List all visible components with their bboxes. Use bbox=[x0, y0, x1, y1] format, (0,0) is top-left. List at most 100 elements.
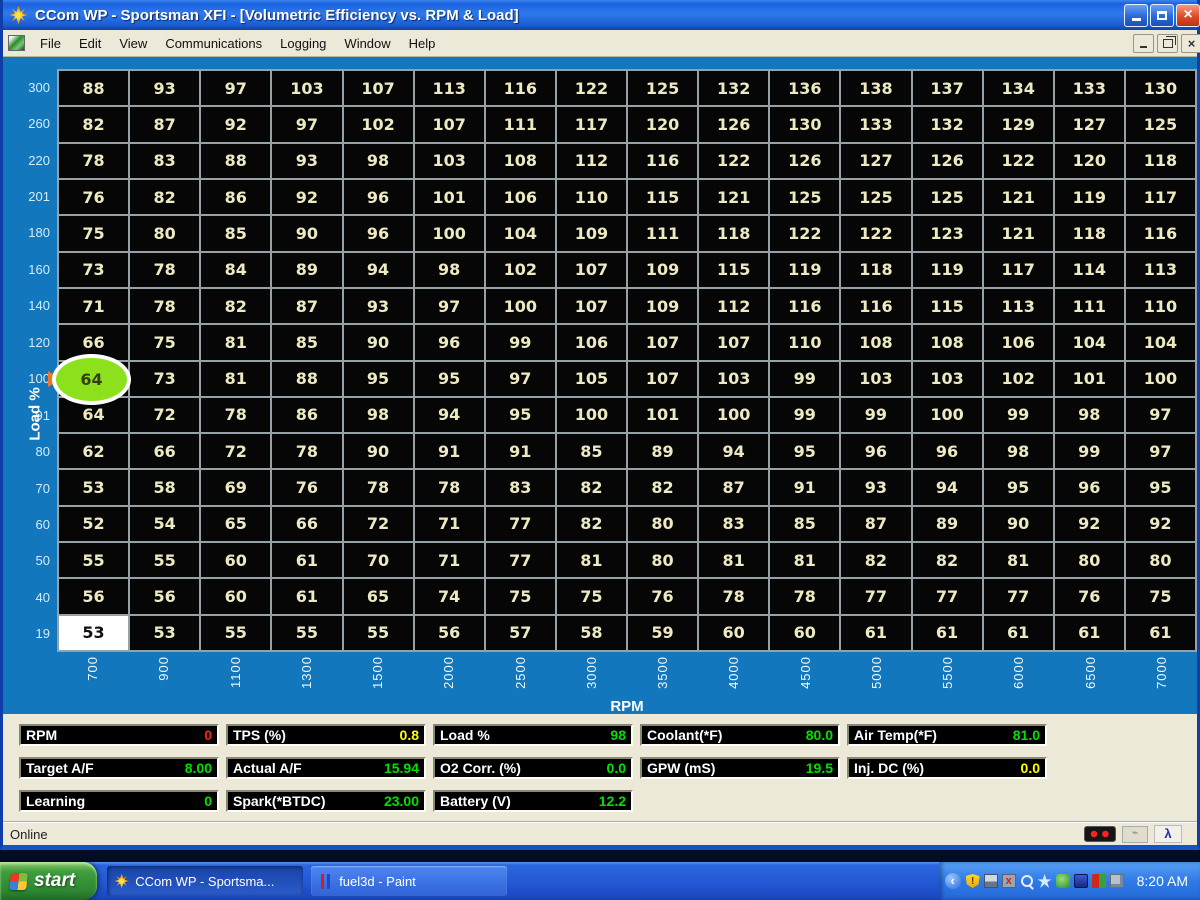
ve-cell[interactable]: 97 bbox=[486, 362, 555, 396]
ve-cell[interactable]: 116 bbox=[628, 144, 697, 178]
ve-cell[interactable]: 103 bbox=[272, 71, 341, 105]
ve-cell[interactable]: 81 bbox=[770, 543, 839, 577]
ve-cell[interactable]: 115 bbox=[913, 289, 982, 323]
ve-cell[interactable]: 108 bbox=[486, 144, 555, 178]
ve-cell[interactable]: 91 bbox=[770, 470, 839, 504]
ve-cell[interactable]: 98 bbox=[344, 144, 413, 178]
ve-cell[interactable]: 78 bbox=[770, 579, 839, 613]
ve-cell[interactable]: 92 bbox=[1126, 507, 1195, 541]
ve-cell[interactable]: 75 bbox=[486, 579, 555, 613]
menu-edit[interactable]: Edit bbox=[70, 33, 110, 54]
ve-cell[interactable]: 133 bbox=[841, 107, 910, 141]
menu-logging[interactable]: Logging bbox=[271, 33, 335, 54]
ve-cell[interactable]: 121 bbox=[984, 216, 1053, 250]
ve-cell[interactable]: 108 bbox=[841, 325, 910, 359]
update-icon[interactable] bbox=[1056, 874, 1070, 888]
ve-cell[interactable]: 82 bbox=[557, 507, 626, 541]
ve-cell[interactable]: 138 bbox=[841, 71, 910, 105]
ve-cell[interactable]: 81 bbox=[201, 325, 270, 359]
ve-cell[interactable]: 99 bbox=[1055, 434, 1124, 468]
ve-cell[interactable]: 94 bbox=[415, 398, 484, 432]
ve-cell[interactable]: 86 bbox=[272, 398, 341, 432]
ve-cell[interactable]: 80 bbox=[1126, 543, 1195, 577]
ve-cell[interactable]: 87 bbox=[272, 289, 341, 323]
ve-cell[interactable]: 95 bbox=[415, 362, 484, 396]
ve-cell[interactable]: 125 bbox=[1126, 107, 1195, 141]
ve-cell[interactable]: 93 bbox=[272, 144, 341, 178]
ve-cell[interactable]: 100 bbox=[1126, 362, 1195, 396]
ve-cell[interactable]: 126 bbox=[913, 144, 982, 178]
ve-cell[interactable]: 97 bbox=[201, 71, 270, 105]
ve-cell[interactable]: 108 bbox=[913, 325, 982, 359]
ve-cell[interactable]: 70 bbox=[344, 543, 413, 577]
ve-cell[interactable]: 78 bbox=[130, 253, 199, 287]
ve-cell[interactable]: 61 bbox=[272, 579, 341, 613]
ve-cell[interactable]: 113 bbox=[984, 289, 1053, 323]
ve-cell[interactable]: 125 bbox=[628, 71, 697, 105]
ve-cell[interactable]: 53 bbox=[59, 616, 128, 650]
ve-cell[interactable]: 117 bbox=[557, 107, 626, 141]
ve-cell[interactable]: 90 bbox=[344, 434, 413, 468]
ve-cell[interactable]: 134 bbox=[984, 71, 1053, 105]
start-button[interactable]: start bbox=[0, 862, 97, 900]
ve-cell[interactable]: 127 bbox=[841, 144, 910, 178]
ve-cell[interactable]: 85 bbox=[770, 507, 839, 541]
ve-cell[interactable]: 77 bbox=[913, 579, 982, 613]
ve-cell[interactable]: 110 bbox=[1126, 289, 1195, 323]
ve-cell[interactable]: 101 bbox=[415, 180, 484, 214]
ve-cell[interactable]: 96 bbox=[1055, 470, 1124, 504]
ve-cell[interactable]: 115 bbox=[699, 253, 768, 287]
ve-cell[interactable]: 119 bbox=[770, 253, 839, 287]
ve-cell[interactable]: 75 bbox=[557, 579, 626, 613]
menu-view[interactable]: View bbox=[110, 33, 156, 54]
ve-cell[interactable]: 65 bbox=[344, 579, 413, 613]
ve-cell[interactable]: 61 bbox=[984, 616, 1053, 650]
ve-cell[interactable]: 107 bbox=[628, 325, 697, 359]
ve-cell[interactable]: 80 bbox=[628, 543, 697, 577]
ve-cell[interactable]: 136 bbox=[770, 71, 839, 105]
ve-cell[interactable]: 118 bbox=[1055, 216, 1124, 250]
ve-cell[interactable]: 122 bbox=[557, 71, 626, 105]
ve-cell[interactable]: 86 bbox=[201, 180, 270, 214]
ve-cell[interactable]: 92 bbox=[272, 180, 341, 214]
ve-cell[interactable]: 75 bbox=[59, 216, 128, 250]
ve-cell[interactable]: 93 bbox=[130, 71, 199, 105]
ve-cell[interactable]: 81 bbox=[201, 362, 270, 396]
ve-cell[interactable]: 122 bbox=[984, 144, 1053, 178]
ve-cell[interactable]: 95 bbox=[344, 362, 413, 396]
ve-cell[interactable]: 94 bbox=[913, 470, 982, 504]
ve-cell[interactable]: 82 bbox=[557, 470, 626, 504]
ve-cell[interactable]: 78 bbox=[415, 470, 484, 504]
ve-cell[interactable]: 78 bbox=[201, 398, 270, 432]
ve-cell[interactable]: 88 bbox=[201, 144, 270, 178]
ve-cell[interactable]: 96 bbox=[344, 216, 413, 250]
ve-cell[interactable]: 103 bbox=[841, 362, 910, 396]
ve-cell[interactable]: 100 bbox=[557, 398, 626, 432]
ve-cell[interactable]: 112 bbox=[699, 289, 768, 323]
menu-file[interactable]: File bbox=[31, 33, 70, 54]
ve-cell[interactable]: 92 bbox=[201, 107, 270, 141]
ve-cell[interactable]: 113 bbox=[1126, 253, 1195, 287]
ve-cell[interactable]: 127 bbox=[1055, 107, 1124, 141]
ve-cell[interactable]: 88 bbox=[272, 362, 341, 396]
ve-cell[interactable]: 98 bbox=[415, 253, 484, 287]
ve-cell[interactable]: 99 bbox=[984, 398, 1053, 432]
ve-cell[interactable]: 75 bbox=[1126, 579, 1195, 613]
wireless-network-icon[interactable] bbox=[984, 874, 998, 888]
ve-cell[interactable]: 109 bbox=[628, 253, 697, 287]
ve-cell[interactable]: 100 bbox=[699, 398, 768, 432]
ve-cell[interactable]: 73 bbox=[59, 253, 128, 287]
ve-cell[interactable]: 94 bbox=[344, 253, 413, 287]
ve-cell[interactable]: 71 bbox=[59, 289, 128, 323]
ve-cell[interactable]: 95 bbox=[1126, 470, 1195, 504]
ve-cell[interactable]: 61 bbox=[841, 616, 910, 650]
ve-cell[interactable]: 96 bbox=[344, 180, 413, 214]
ve-cell[interactable]: 126 bbox=[699, 107, 768, 141]
menu-help[interactable]: Help bbox=[400, 33, 445, 54]
ve-cell[interactable]: 69 bbox=[201, 470, 270, 504]
ve-cell[interactable]: 76 bbox=[272, 470, 341, 504]
ve-cell[interactable]: 61 bbox=[1055, 616, 1124, 650]
minimize-button[interactable] bbox=[1124, 4, 1148, 27]
ve-cell[interactable]: 125 bbox=[770, 180, 839, 214]
ve-cell[interactable]: 78 bbox=[344, 470, 413, 504]
